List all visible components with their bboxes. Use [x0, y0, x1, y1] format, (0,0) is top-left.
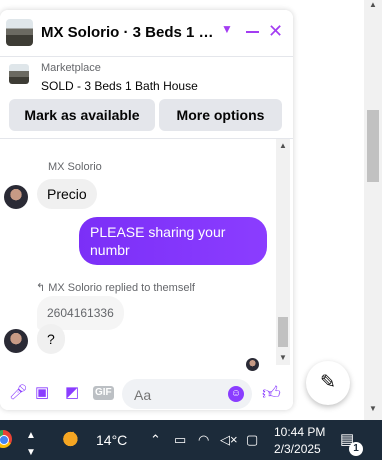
message-bubble-incoming[interactable]: ? [37, 324, 65, 354]
chevron-down-icon[interactable]: ▼ [26, 447, 36, 458]
close-icon[interactable]: ✕ [268, 21, 283, 41]
listing-status: SOLD - 3 Beds 1 Bath House [41, 79, 198, 93]
taskbar: ▲ ▼ ☾ 14°C ⌃ ▭ ◠ ◁× ▢ 10:44 PM 2/3/2025 … [0, 420, 382, 460]
reply-icon: ↰ [36, 282, 46, 294]
compose-icon: ✎ [320, 372, 336, 393]
message-bubble-outgoing[interactable]: PLEASE sharing your numbr [79, 217, 267, 265]
volume-mute-icon[interactable]: ◁× [220, 432, 238, 448]
avatar[interactable] [4, 185, 28, 209]
weather-icon[interactable]: ☾ [60, 426, 86, 452]
scrollbar-thumb[interactable] [367, 110, 379, 182]
clock-date[interactable]: 2/3/2025 [274, 442, 321, 456]
notification-badge: 1 [349, 442, 363, 456]
more-options-button[interactable]: More options [159, 99, 282, 131]
scroll-down-arrow-icon[interactable]: ▼ [279, 353, 287, 362]
message-list[interactable]: MX Solorio Precio PLEASE sharing your nu… [0, 139, 293, 371]
chat-header[interactable]: MX Solorio · 3 Beds 1 Bath… ▼ ✕ [0, 10, 293, 57]
listing-thumbnail [6, 19, 33, 46]
scrollbar-thumb[interactable] [278, 317, 288, 347]
tray-chevron-icon[interactable]: ⌃ [150, 432, 161, 448]
reply-note-text: MX Solorio replied to themself [48, 282, 195, 294]
page-scrollbar[interactable]: ▲ ▼ [364, 0, 382, 420]
clock-time[interactable]: 10:44 PM [274, 425, 325, 439]
new-message-button[interactable]: ✎ [306, 361, 350, 405]
scroll-up-arrow-icon[interactable]: ▲ [279, 141, 287, 150]
chevron-up-icon[interactable]: ▲ [26, 430, 36, 441]
chevron-down-icon[interactable]: ▼ [221, 22, 233, 36]
message-bubble-incoming[interactable]: Precio [37, 179, 97, 209]
wifi-icon[interactable]: ◠ [198, 432, 209, 448]
image-icon[interactable]: ▣ [35, 384, 49, 402]
message-input-wrapper[interactable]: ☺ [122, 379, 252, 410]
gif-icon[interactable]: GIF [93, 386, 114, 400]
avatar[interactable] [4, 329, 28, 353]
marketplace-label: Marketplace [41, 62, 101, 74]
sender-name: MX Solorio [48, 161, 102, 173]
sticker-icon[interactable]: ◩ [65, 384, 79, 402]
seen-avatar [246, 358, 259, 371]
temperature[interactable]: 14°C [96, 432, 127, 448]
emoji-icon[interactable]: ☺ [228, 386, 244, 402]
scroll-up-arrow-icon[interactable]: ▲ [369, 0, 377, 9]
monitor-icon[interactable]: ▢ [246, 432, 258, 448]
minimize-icon[interactable] [246, 31, 259, 33]
chrome-icon[interactable] [0, 430, 12, 448]
chat-title[interactable]: MX Solorio · 3 Beds 1 Bath… [41, 24, 217, 41]
microphone-icon[interactable]: 🎤︎ [9, 384, 28, 402]
composer: 🎤︎ ▣ ◩ GIF ☺ 👍︎ [0, 375, 293, 410]
mark-as-available-button[interactable]: Mark as available [9, 99, 155, 131]
scroll-down-arrow-icon[interactable]: ▼ [369, 404, 377, 413]
message-input[interactable] [132, 379, 226, 410]
listing-thumbnail-small [9, 64, 29, 84]
reply-note: ↰ MX Solorio replied to themself [36, 281, 195, 294]
thumbs-up-icon[interactable]: 👍︎ [262, 383, 281, 403]
message-scrollbar[interactable]: ▲ ▼ [276, 139, 290, 365]
marketplace-listing[interactable]: Marketplace SOLD - 3 Beds 1 Bath House [0, 56, 293, 100]
battery-icon[interactable]: ▭ [174, 432, 186, 448]
chat-window: MX Solorio · 3 Beds 1 Bath… ▼ ✕ Marketpl… [0, 10, 293, 410]
